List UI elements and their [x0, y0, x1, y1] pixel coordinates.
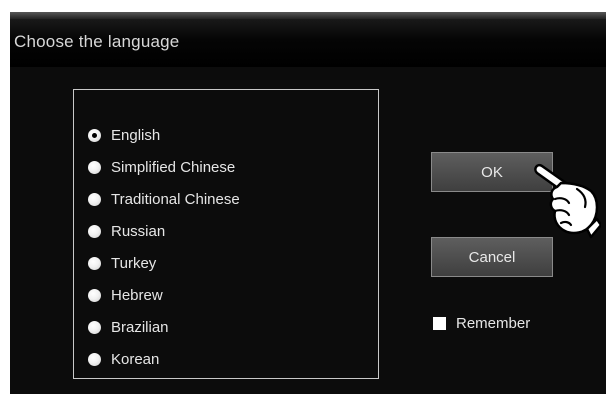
radio-button[interactable]: [88, 256, 101, 270]
language-dialog: Choose the language English Simplified C…: [10, 12, 606, 394]
language-label: Simplified Chinese: [111, 158, 236, 176]
radio-button[interactable]: [88, 352, 101, 366]
language-label: English: [111, 126, 161, 144]
radio-button[interactable]: [88, 160, 101, 174]
language-label: Turkey: [111, 254, 157, 272]
language-label: Korean: [111, 350, 160, 368]
language-option-traditional-chinese[interactable]: Traditional Chinese: [88, 189, 240, 209]
pointing-hand-icon: [534, 164, 601, 239]
title-bar: Choose the language: [10, 12, 606, 67]
language-option-korean[interactable]: Korean: [88, 349, 159, 369]
dialog-title: Choose the language: [14, 32, 180, 51]
language-option-turkey[interactable]: Turkey: [88, 253, 156, 273]
radio-button[interactable]: [88, 288, 101, 302]
language-list: English Simplified Chinese Traditional C…: [73, 89, 379, 379]
language-option-english[interactable]: English: [88, 125, 160, 145]
radio-button[interactable]: [88, 224, 101, 238]
language-label: Russian: [111, 222, 166, 240]
radio-button[interactable]: [88, 192, 101, 206]
language-label: Traditional Chinese: [111, 190, 240, 208]
language-label: Brazilian: [111, 318, 169, 336]
language-option-russian[interactable]: Russian: [88, 221, 165, 241]
title-bar-gloss: [10, 12, 606, 19]
remember-checkbox[interactable]: [433, 316, 446, 330]
radio-button-selected[interactable]: [88, 128, 101, 142]
language-option-hebrew[interactable]: Hebrew: [88, 285, 163, 305]
language-option-brazilian[interactable]: Brazilian: [88, 317, 169, 337]
radio-button[interactable]: [88, 320, 101, 334]
language-label: Hebrew: [111, 286, 163, 304]
remember-label: Remember: [456, 314, 531, 332]
remember-option[interactable]: Remember: [433, 313, 530, 333]
language-option-simplified-chinese[interactable]: Simplified Chinese: [88, 157, 235, 177]
